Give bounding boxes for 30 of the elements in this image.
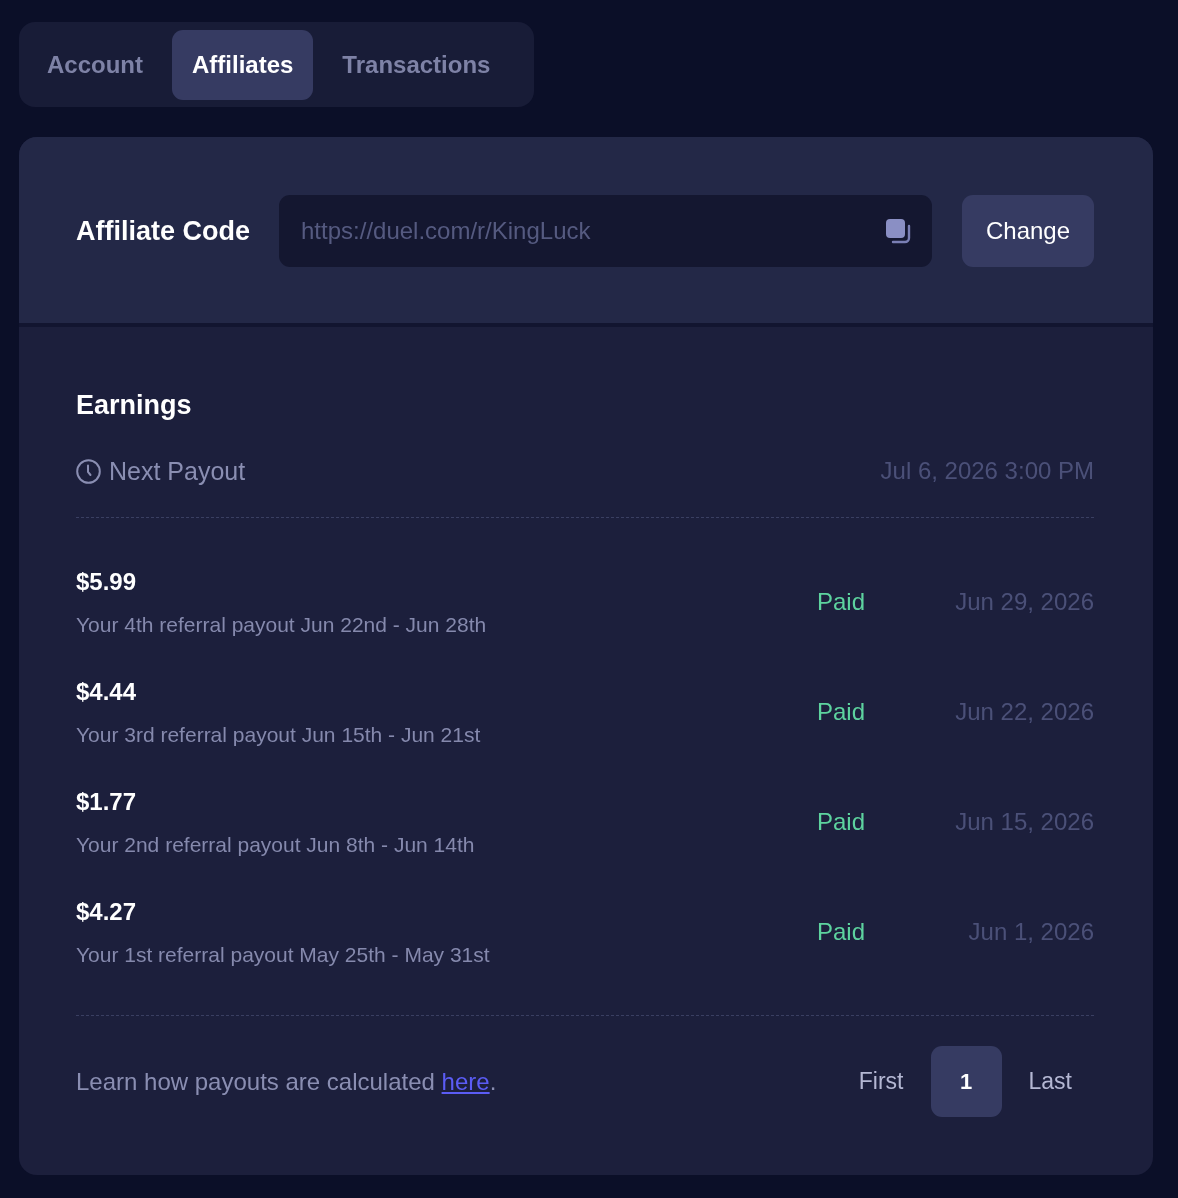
- payout-amount: $4.27: [76, 896, 137, 926]
- payout-status: Paid: [817, 807, 866, 837]
- clock-icon: [76, 458, 101, 484]
- payout-date: Jun 1, 2026: [968, 917, 1094, 947]
- payout-info-text: Learn how payouts are calculated here.: [76, 1066, 497, 1097]
- earnings-title: Earnings: [76, 389, 192, 421]
- next-payout-date: Jul 6, 2026 3:00 PM: [880, 456, 1094, 486]
- payout-description: Your 4th referral payout Jun 22nd - Jun 28th: [76, 611, 487, 638]
- payout-description: Your 2nd referral payout Jun 8th - Jun 14th: [76, 831, 475, 858]
- payout-amount: $5.99: [76, 566, 137, 596]
- payout-amount: $4.44: [76, 676, 137, 706]
- affiliate-code-label: Affiliate Code: [76, 215, 250, 247]
- first-page-button[interactable]: First: [854, 1064, 908, 1099]
- copy-icon[interactable]: [885, 218, 911, 244]
- payout-date: Jun 15, 2026: [955, 807, 1094, 837]
- next-payout-label: Next Payout: [109, 456, 246, 486]
- payout-description: Your 1st referral payout May 25th - May 31st: [76, 941, 490, 968]
- payout-amount: $1.77: [76, 786, 137, 816]
- page-button[interactable]: 1: [930, 1046, 1002, 1117]
- last-page-button[interactable]: Last: [1024, 1064, 1076, 1099]
- change-button[interactable]: Change: [962, 195, 1094, 267]
- payout-description: Your 3rd referral payout Jun 15th - Jun 21st: [76, 721, 481, 748]
- tab[interactable]: Affiliates: [172, 30, 314, 100]
- payout-status: Paid: [817, 587, 866, 617]
- payout-date: Jun 29, 2026: [955, 587, 1094, 617]
- payout-status: Paid: [817, 697, 866, 727]
- tab[interactable]: Account: [27, 30, 163, 100]
- payout-date: Jun 22, 2026: [955, 697, 1094, 727]
- tab[interactable]: Transactions: [322, 30, 511, 100]
- payout-status: Paid: [817, 917, 866, 947]
